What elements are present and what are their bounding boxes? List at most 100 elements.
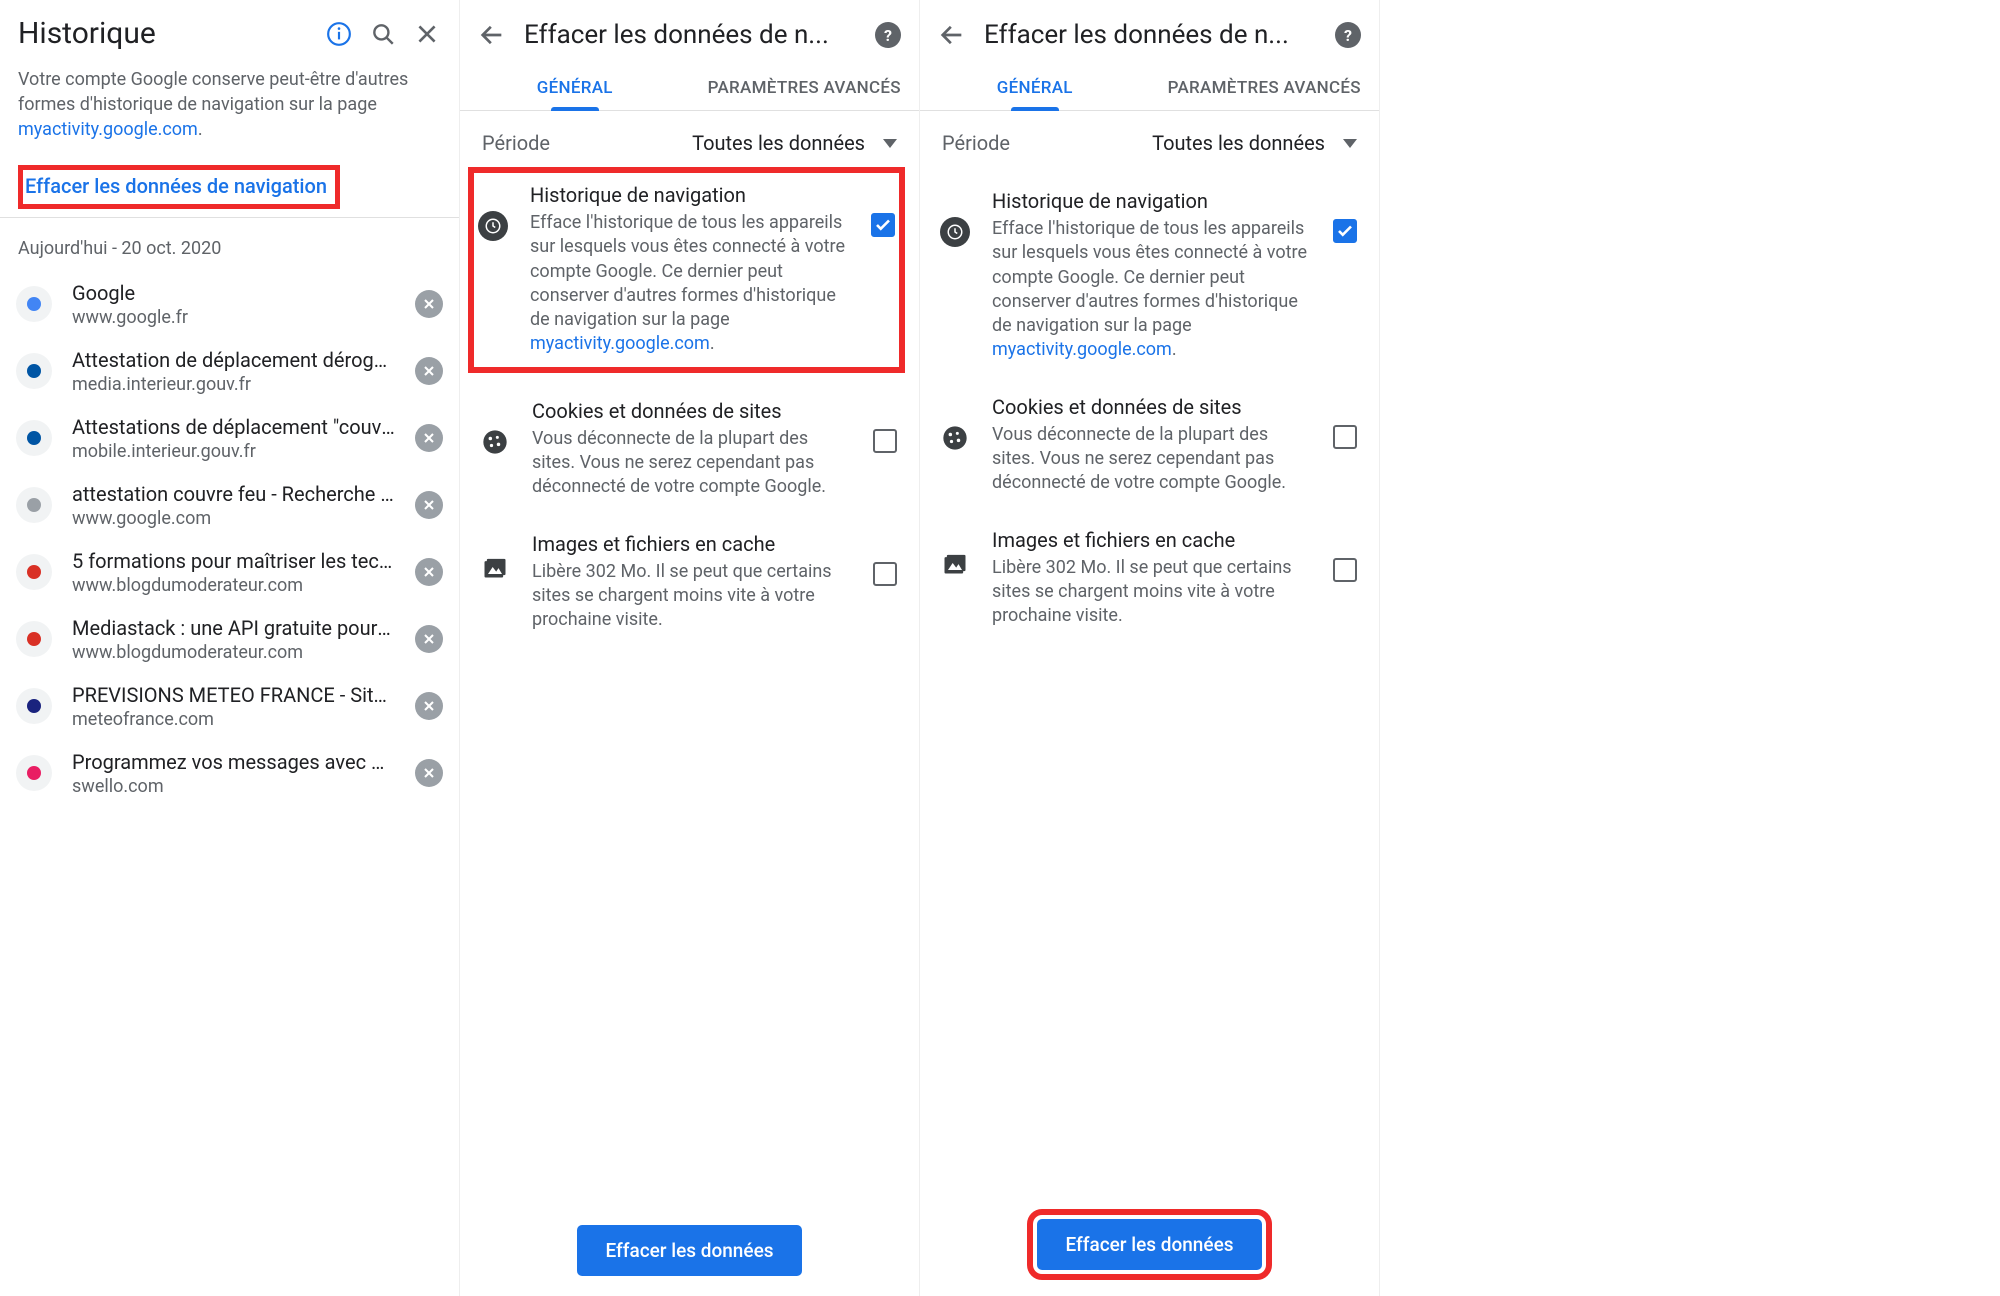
option-title: Historique de navigation bbox=[530, 183, 849, 207]
option-title: Cookies et données de sites bbox=[532, 399, 851, 423]
footer: Effacer les données bbox=[460, 1225, 919, 1276]
history-item[interactable]: Attestation de déplacement dérogat... me… bbox=[0, 338, 459, 405]
option-browsing-history[interactable]: Historique de navigation Efface l'histor… bbox=[934, 173, 1365, 379]
back-icon[interactable] bbox=[478, 21, 506, 49]
option-desc: Libère 302 Mo. Il se peut que certains s… bbox=[992, 556, 1311, 629]
myactivity-link[interactable]: myactivity.google.com bbox=[18, 119, 198, 140]
chevron-down-icon bbox=[883, 134, 897, 153]
delete-history-item-icon[interactable] bbox=[415, 558, 443, 586]
clear-data-button[interactable]: Effacer les données bbox=[1037, 1219, 1261, 1270]
option-desc: Vous déconnecte de la plupart des sites.… bbox=[992, 423, 1311, 496]
delete-history-item-icon[interactable] bbox=[415, 625, 443, 653]
option-title: Images et fichiers en cache bbox=[532, 532, 851, 556]
option-desc: Efface l'historique de tous les appareil… bbox=[992, 217, 1311, 363]
history-item[interactable]: Google www.google.fr bbox=[0, 271, 459, 338]
option-text: Historique de navigation Efface l'histor… bbox=[530, 183, 849, 357]
tab-advanced[interactable]: PARAMÈTRES AVANCÉS bbox=[1150, 64, 1380, 110]
history-item-text: Google www.google.fr bbox=[72, 281, 395, 328]
history-item-url: media.interieur.gouv.fr bbox=[72, 374, 395, 395]
favicon-icon bbox=[16, 688, 52, 724]
clear-data-button[interactable]: Effacer les données bbox=[577, 1225, 801, 1276]
option-desc: Vous déconnecte de la plupart des sites.… bbox=[532, 427, 851, 500]
history-item[interactable]: 5 formations pour maîtriser les tech... … bbox=[0, 539, 459, 606]
history-item[interactable]: Mediastack : une API gratuite pour ... w… bbox=[0, 606, 459, 673]
delete-history-item-icon[interactable] bbox=[415, 759, 443, 787]
image-icon bbox=[940, 548, 970, 578]
history-item-title: Attestations de déplacement "couvr... bbox=[72, 415, 395, 439]
option-browsing-history-highlight[interactable]: Historique de navigation Efface l'histor… bbox=[468, 167, 905, 373]
history-item-url: swello.com bbox=[72, 776, 395, 797]
period-value: Toutes les données bbox=[692, 131, 865, 155]
search-icon[interactable] bbox=[369, 20, 397, 48]
history-item[interactable]: attestation couvre feu - Recherche ... w… bbox=[0, 472, 459, 539]
tab-advanced[interactable]: PARAMÈTRES AVANCÉS bbox=[690, 64, 920, 110]
option-cache[interactable]: Images et fichiers en cache Libère 302 M… bbox=[474, 516, 905, 649]
checkbox-cookies[interactable] bbox=[1333, 425, 1357, 449]
history-note-section: Votre compte Google conserve peut-être d… bbox=[0, 61, 459, 209]
clear-options: Historique de navigation Efface l'histor… bbox=[460, 167, 919, 649]
option-desc: Libère 302 Mo. Il se peut que certains s… bbox=[532, 560, 851, 633]
checkbox-cookies[interactable] bbox=[873, 429, 897, 453]
clear-data-header: Effacer les données de n... ? bbox=[460, 0, 919, 64]
delete-history-item-icon[interactable] bbox=[415, 290, 443, 318]
favicon-icon bbox=[16, 353, 52, 389]
delete-history-item-icon[interactable] bbox=[415, 491, 443, 519]
favicon-icon bbox=[16, 554, 52, 590]
tab-general[interactable]: GÉNÉRAL bbox=[460, 64, 690, 110]
history-header: Historique bbox=[0, 0, 459, 61]
favicon-icon bbox=[16, 420, 52, 456]
option-cookies[interactable]: Cookies et données de sites Vous déconne… bbox=[934, 379, 1365, 512]
clear-browsing-data-highlight: Effacer les données de navigation bbox=[18, 165, 340, 209]
history-icon bbox=[478, 211, 508, 241]
help-icon[interactable]: ? bbox=[875, 22, 901, 48]
checkbox-history[interactable] bbox=[871, 213, 895, 237]
option-desc: Efface l'historique de tous les appareil… bbox=[530, 211, 849, 357]
checkbox-history[interactable] bbox=[1333, 219, 1357, 243]
history-item-title: Mediastack : une API gratuite pour ... bbox=[72, 616, 395, 640]
info-icon[interactable] bbox=[325, 20, 353, 48]
delete-history-item-icon[interactable] bbox=[415, 692, 443, 720]
cookie-icon bbox=[480, 427, 510, 457]
clear-data-title: Effacer les données de n... bbox=[984, 20, 1317, 50]
footer-highlight: Effacer les données bbox=[920, 1213, 1379, 1276]
history-item-url: www.blogdumoderateur.com bbox=[72, 642, 395, 663]
note-suffix: . bbox=[198, 119, 203, 140]
period-selector[interactable]: Période Toutes les données bbox=[460, 111, 919, 173]
close-icon[interactable] bbox=[413, 20, 441, 48]
chevron-down-icon bbox=[1343, 134, 1357, 153]
clear-data-title: Effacer les données de n... bbox=[524, 20, 857, 50]
history-item[interactable]: PREVISIONS METEO FRANCE - Site ... meteo… bbox=[0, 673, 459, 740]
history-item-text: Mediastack : une API gratuite pour ... w… bbox=[72, 616, 395, 663]
back-icon[interactable] bbox=[938, 21, 966, 49]
history-item-url: meteofrance.com bbox=[72, 709, 395, 730]
option-title: Images et fichiers en cache bbox=[992, 528, 1311, 552]
option-text: Historique de navigation Efface l'histor… bbox=[992, 189, 1311, 363]
help-icon[interactable]: ? bbox=[1335, 22, 1361, 48]
favicon-icon bbox=[16, 755, 52, 791]
history-item-title: PREVISIONS METEO FRANCE - Site ... bbox=[72, 683, 395, 707]
history-item[interactable]: Attestations de déplacement "couvr... mo… bbox=[0, 405, 459, 472]
myactivity-link[interactable]: myactivity.google.com bbox=[992, 339, 1172, 360]
delete-history-item-icon[interactable] bbox=[415, 357, 443, 385]
option-cache[interactable]: Images et fichiers en cache Libère 302 M… bbox=[934, 512, 1365, 645]
tab-general[interactable]: GÉNÉRAL bbox=[920, 64, 1150, 110]
myactivity-link[interactable]: myactivity.google.com bbox=[530, 333, 710, 354]
checkbox-cache[interactable] bbox=[1333, 558, 1357, 582]
clear-data-header: Effacer les données de n... ? bbox=[920, 0, 1379, 64]
checkbox-cache[interactable] bbox=[873, 562, 897, 586]
delete-history-item-icon[interactable] bbox=[415, 424, 443, 452]
clear-browsing-data-link[interactable]: Effacer les données de navigation bbox=[25, 174, 327, 198]
cookie-icon bbox=[940, 423, 970, 453]
period-value: Toutes les données bbox=[1152, 131, 1325, 155]
option-text: Images et fichiers en cache Libère 302 M… bbox=[532, 532, 851, 633]
history-list: Google www.google.fr Attestation de dépl… bbox=[0, 271, 459, 807]
history-note: Votre compte Google conserve peut-être d… bbox=[18, 67, 441, 143]
history-item-url: mobile.interieur.gouv.fr bbox=[72, 441, 395, 462]
option-cookies[interactable]: Cookies et données de sites Vous déconne… bbox=[474, 383, 905, 516]
favicon-icon bbox=[16, 621, 52, 657]
history-item[interactable]: Programmez vos messages avec a... swello… bbox=[0, 740, 459, 807]
history-icon bbox=[940, 217, 970, 247]
period-selector[interactable]: Période Toutes les données bbox=[920, 111, 1379, 173]
option-title: Historique de navigation bbox=[992, 189, 1311, 213]
page-title: Historique bbox=[18, 16, 309, 51]
